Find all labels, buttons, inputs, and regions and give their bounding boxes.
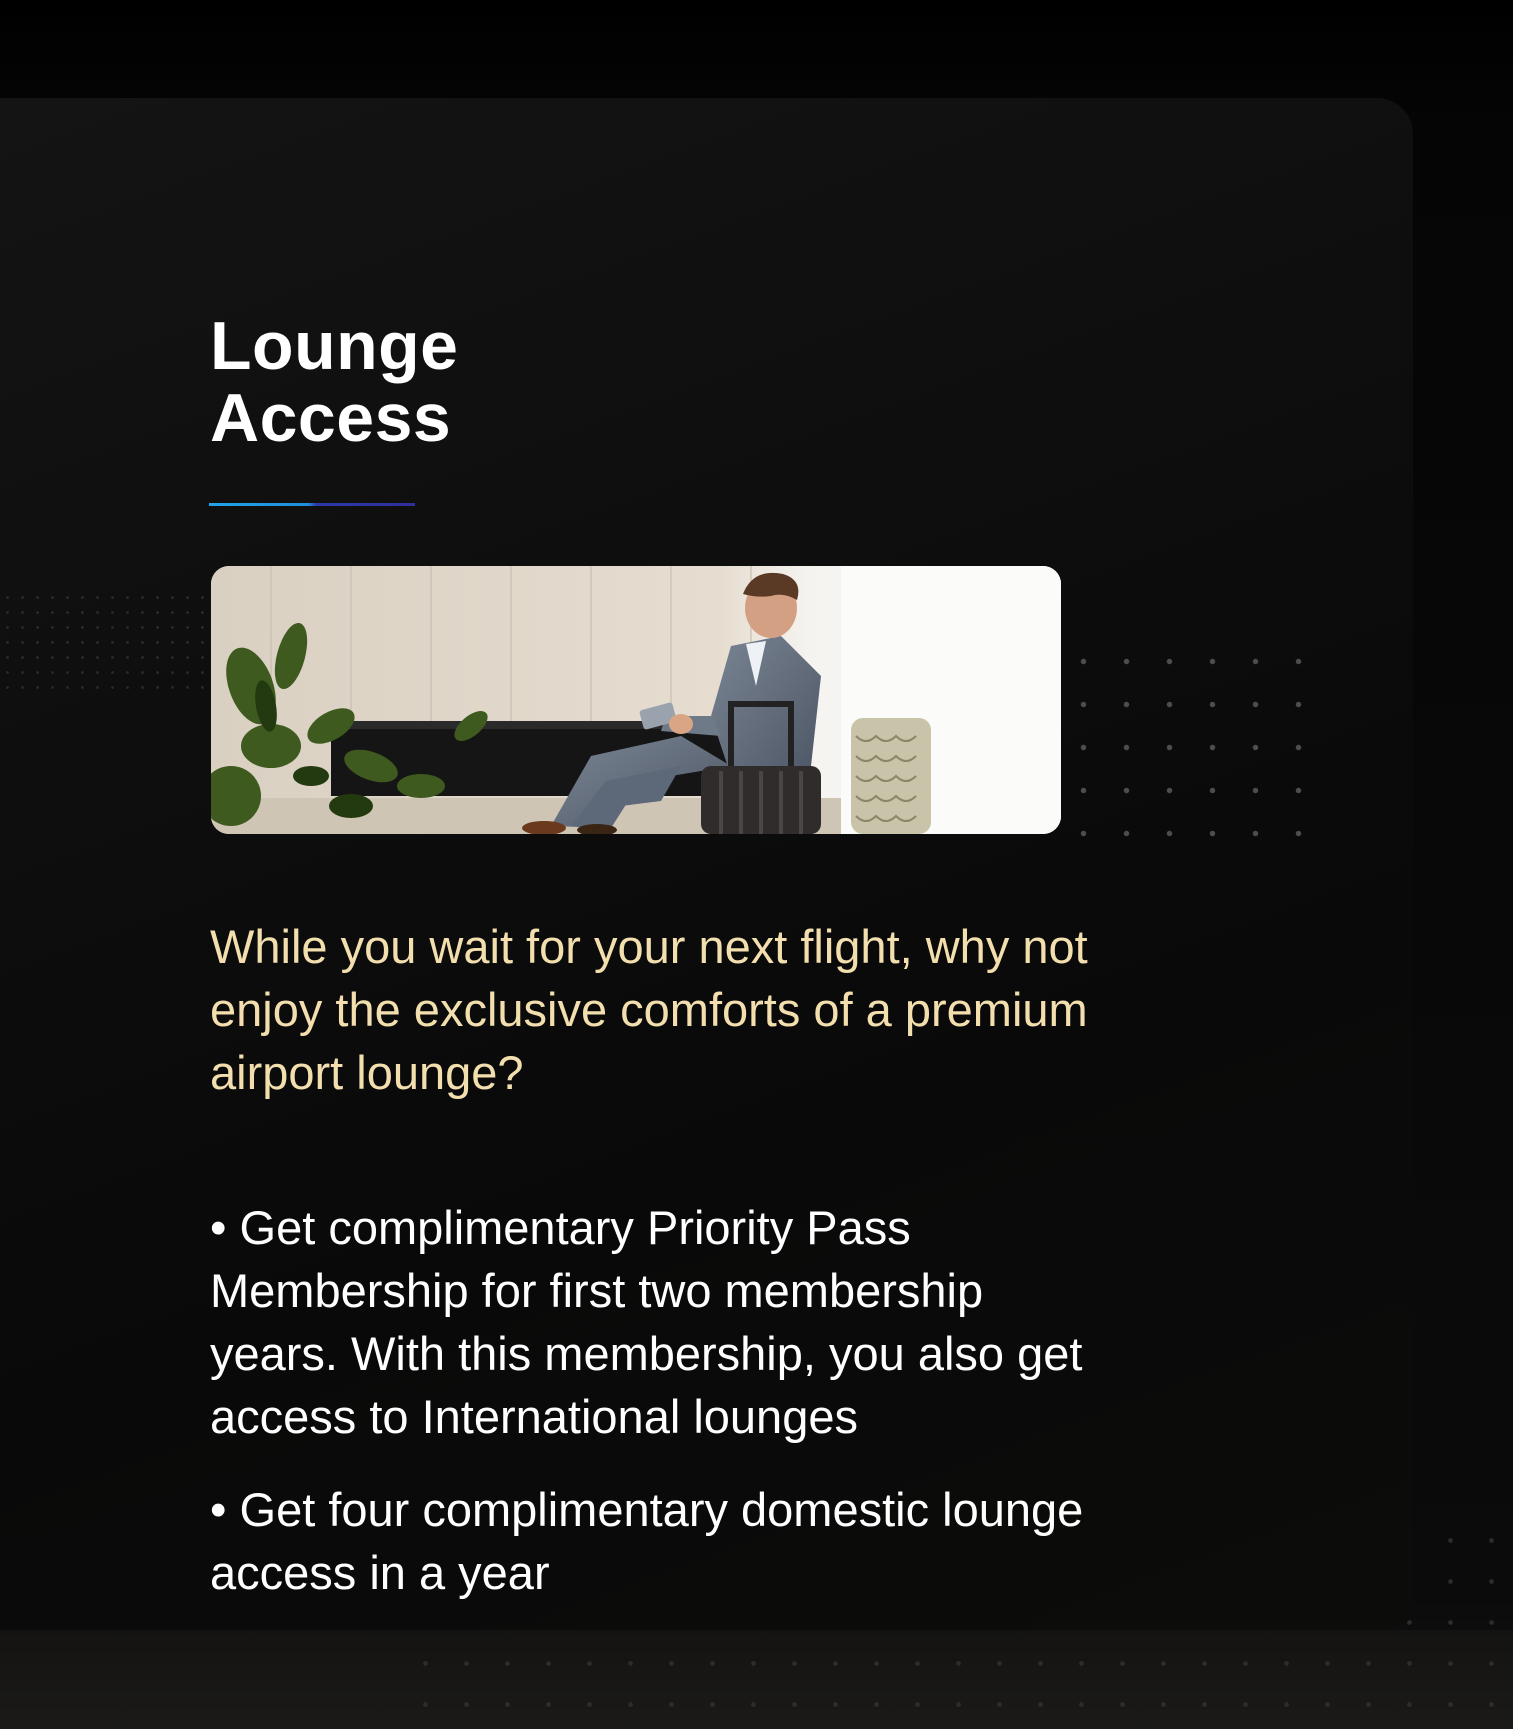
section-title-line-1: Lounge bbox=[210, 308, 459, 384]
benefit-item-priority-pass: • Get complimentary Priority Pass Member… bbox=[210, 1201, 1083, 1443]
intro-text: While you wait for your next flight, why… bbox=[210, 920, 1088, 1099]
dot-pattern-left bbox=[0, 590, 210, 690]
dot-pattern-right bbox=[1062, 640, 1312, 840]
section-title: Lounge Access bbox=[210, 310, 459, 454]
benefits-list: • Get complimentary Priority Pass Member… bbox=[210, 1196, 1110, 1634]
benefit-item-domestic-lounge: • Get four complimentary domestic lounge… bbox=[210, 1483, 1084, 1599]
lounge-photo-illustration bbox=[211, 566, 1061, 834]
lounge-photo bbox=[211, 566, 1061, 834]
title-underline bbox=[209, 503, 415, 506]
page: Lounge Access While you wait for your ne… bbox=[0, 0, 1513, 1729]
section-title-line-2: Access bbox=[210, 380, 452, 456]
